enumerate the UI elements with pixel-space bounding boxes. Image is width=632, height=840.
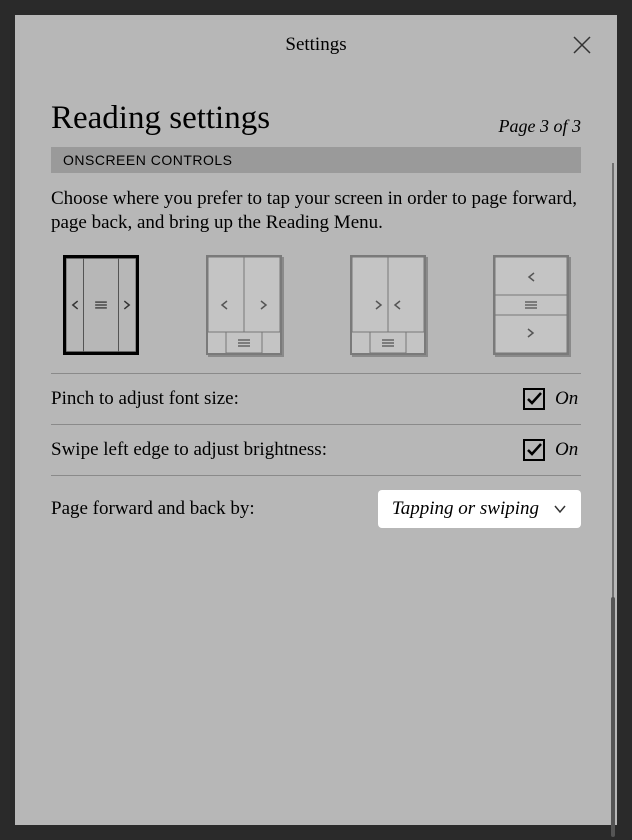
chevron-right-icon bbox=[376, 301, 381, 309]
layout-option-1[interactable] bbox=[63, 255, 139, 355]
checkbox-state: On bbox=[555, 388, 581, 410]
dropdown-page-forward[interactable]: Tapping or swiping bbox=[378, 490, 581, 528]
dropdown-value: Tapping or swiping bbox=[392, 498, 539, 520]
checkbox-state: On bbox=[555, 439, 581, 461]
row-control: On bbox=[523, 439, 581, 461]
row-label: Page forward and back by: bbox=[51, 498, 255, 520]
scrollbar-thumb[interactable] bbox=[611, 597, 615, 837]
chevron-down-icon bbox=[553, 504, 567, 514]
title-row: Reading settings Page 3 of 3 bbox=[51, 100, 581, 137]
page-indicator: Page 3 of 3 bbox=[499, 116, 582, 137]
row-label: Pinch to adjust font size: bbox=[51, 388, 239, 410]
row-swipe-brightness: Swipe left edge to adjust brightness: On bbox=[51, 425, 581, 476]
chevron-left-icon bbox=[395, 301, 400, 309]
row-pinch-font: Pinch to adjust font size: On bbox=[51, 373, 581, 425]
menu-icon bbox=[382, 340, 394, 346]
chevron-right-icon bbox=[261, 301, 266, 309]
close-button[interactable] bbox=[571, 34, 593, 56]
chevron-left-icon bbox=[73, 301, 78, 309]
layout-option-4[interactable] bbox=[493, 255, 569, 355]
modal-header: Settings bbox=[15, 15, 617, 75]
page-title: Reading settings bbox=[51, 100, 270, 137]
menu-icon bbox=[525, 302, 537, 308]
menu-icon bbox=[95, 302, 107, 308]
close-icon bbox=[571, 34, 593, 56]
header-title: Settings bbox=[285, 34, 346, 56]
layout-option-3[interactable] bbox=[350, 255, 426, 355]
layout-options bbox=[51, 255, 581, 355]
row-label: Swipe left edge to adjust brightness: bbox=[51, 439, 327, 461]
check-icon bbox=[526, 441, 543, 458]
section-description: Choose where you prefer to tap your scre… bbox=[51, 187, 581, 235]
check-icon bbox=[526, 390, 543, 407]
section-header: ONSCREEN CONTROLS bbox=[51, 147, 581, 173]
checkbox-swipe[interactable] bbox=[523, 439, 545, 461]
chevron-left-icon bbox=[222, 301, 227, 309]
row-control: On bbox=[523, 388, 581, 410]
layout-option-2[interactable] bbox=[206, 255, 282, 355]
settings-modal: Settings Reading settings Page 3 of 3 ON… bbox=[15, 15, 617, 825]
checkbox-pinch[interactable] bbox=[523, 388, 545, 410]
chevron-right-icon bbox=[124, 301, 129, 309]
chevron-left-icon bbox=[529, 273, 534, 281]
row-page-forward: Page forward and back by: Tapping or swi… bbox=[51, 476, 581, 542]
modal-content: Reading settings Page 3 of 3 ONSCREEN CO… bbox=[15, 75, 617, 825]
menu-icon bbox=[238, 340, 250, 346]
chevron-right-icon bbox=[528, 329, 533, 337]
